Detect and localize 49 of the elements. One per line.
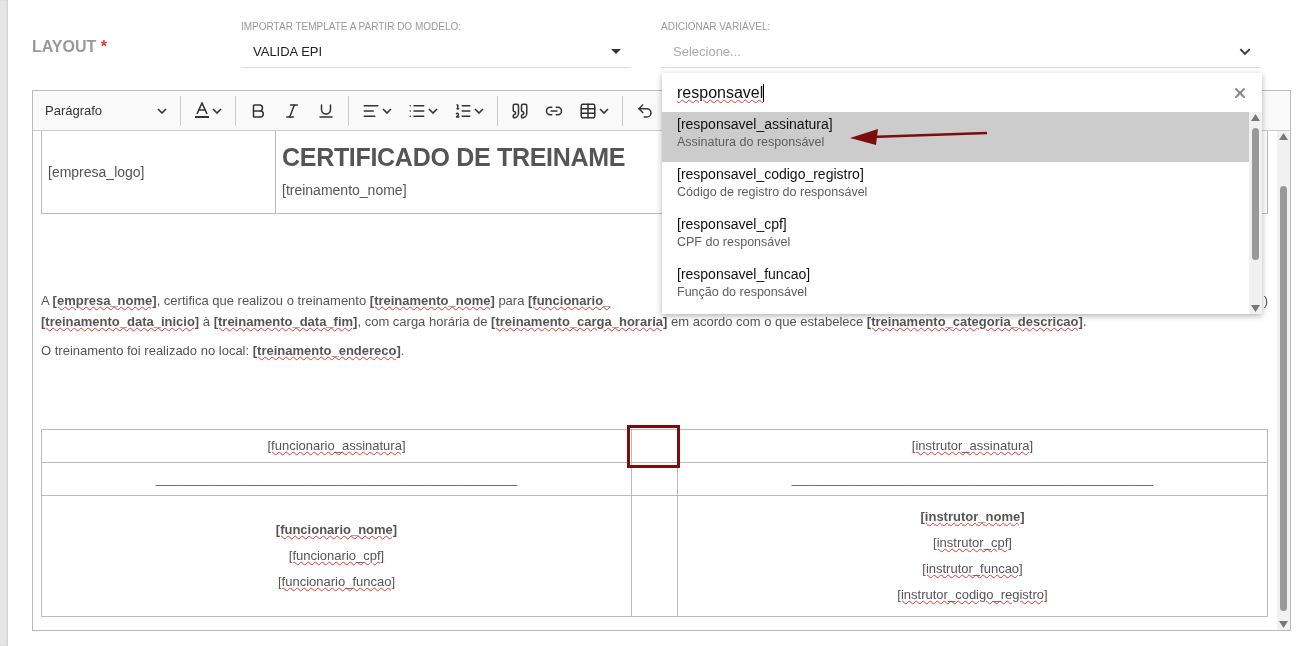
numbered-list-icon [454,101,472,120]
template-select[interactable]: VALIDA EPI [241,36,631,68]
paragraph-text: [treinamento_data_inicio] à [treinamento_data_fim], com carga horária de [treinamento_carga_horaria] em acordo com o que estabelece [treinamento_categoria_descricao]. [41,313,1087,331]
paragraph-text: A [empresa_nome], certifica que realizou o treinamento [treinamento_nome] para [funcionario_ [41,292,611,310]
caret-icon [474,107,484,114]
variable-option[interactable]: [responsavel_assinatura] Assinatura do responsável [662,112,1249,162]
placeholder-text: [funcionario_nome] [274,521,399,539]
certificate-title: CERTIFICADO DE TREINAME [282,143,626,172]
placeholder-text: [instrutor_assinatura] [910,437,1035,455]
placeholder-text: [treinamento_nome] [282,182,407,198]
placeholder-text: [instrutor_funcao] [921,560,1024,578]
scrollbar-thumb[interactable] [1252,128,1259,260]
placeholder-text: [instrutor_codigo_registro] [896,586,1049,604]
placeholder-text: [instrutor_cpf] [932,534,1013,552]
caret-icon [212,107,222,114]
quote-icon [511,101,529,120]
placeholder-text: [funcionario_funcao] [276,573,397,591]
undo-icon [636,101,654,120]
signature-line: __________________________________________________ [154,470,519,488]
placeholder-text: [empresa_logo] [48,164,145,180]
scroll-down-icon[interactable] [1279,621,1288,628]
caret-icon [428,107,438,114]
placeholder-text: [funcionario_cpf] [287,547,386,565]
scroll-up-icon[interactable] [1251,114,1260,121]
paragraph-text: ) [1263,292,1268,310]
annotation-box [627,425,680,468]
italic-icon [283,101,301,120]
underline-icon [317,101,335,120]
chevron-down-icon [1239,48,1251,55]
scroll-down-icon[interactable] [1251,305,1260,312]
placeholder-text: [instrutor_nome] [919,508,1026,526]
field-label: IMPORTAR TEMPLATE A PARTIR DO MODELO: [241,20,463,34]
caret-icon [157,107,167,114]
placeholder-text: [funcionario_assinatura] [266,437,407,455]
layout-label: LAYOUT * [32,37,108,56]
scrollbar-thumb[interactable] [1280,186,1287,611]
caret-icon [599,107,609,114]
search-field[interactable]: responsavel [662,73,1262,112]
signature-line: __________________________________________________ [790,470,1155,488]
table-icon [579,101,597,120]
font-color-icon [194,102,210,119]
field-label: ADICIONAR VARIÁVEL: [661,19,772,34]
caret-icon [382,107,392,114]
dropdown-caret-icon [611,49,621,54]
dropdown-scrollbar[interactable] [1249,112,1262,314]
scroll-up-icon[interactable] [1279,133,1288,140]
block-style-dropdown[interactable]: Parágrafo [39,99,173,122]
paragraph-text: O treinamento foi realizado no local: [treinamento_endereco]. [41,342,405,360]
editor-scrollbar[interactable] [1277,131,1290,630]
